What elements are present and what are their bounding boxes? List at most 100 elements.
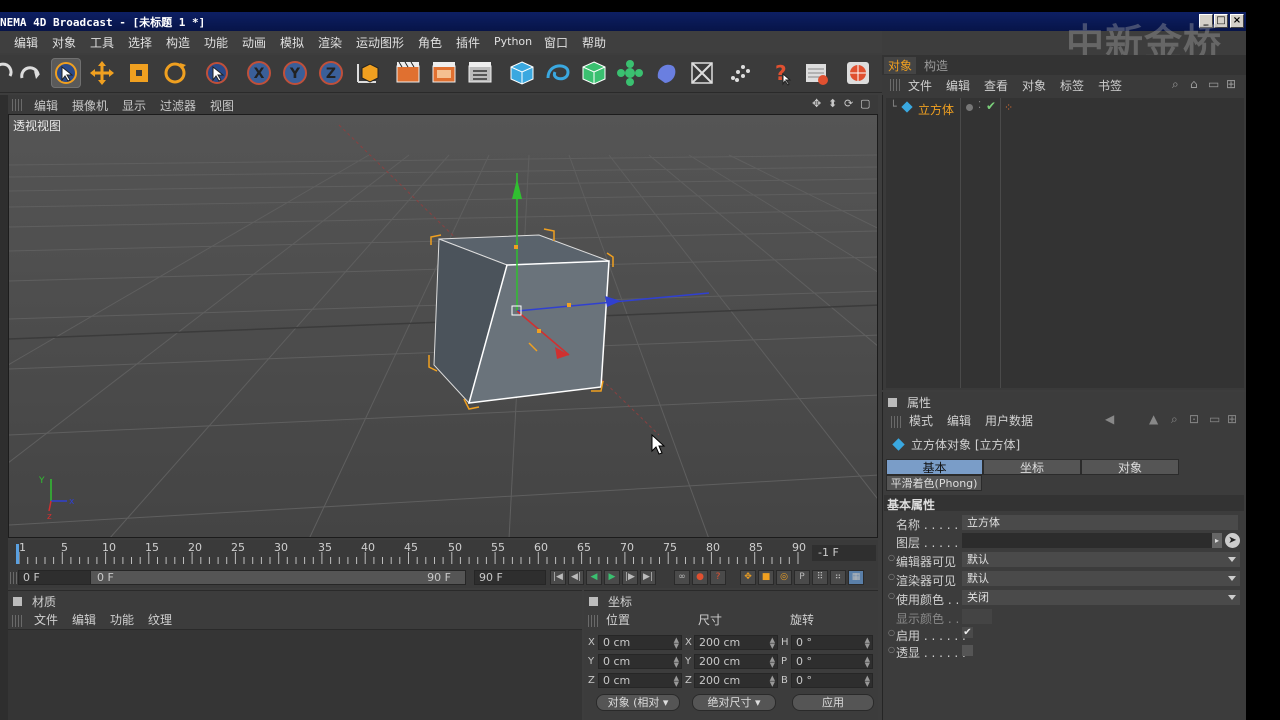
anim-dot-icon[interactable]: ○ [888,645,895,654]
coordinate-system-icon[interactable] [352,58,382,88]
material-menu-function[interactable]: 功能 [110,611,134,628]
nurbs-icon[interactable] [579,58,609,88]
scale-icon[interactable] [124,58,154,88]
attr-menu-mode[interactable]: 模式 [909,412,933,429]
tab-basic[interactable]: 基本 [886,459,983,475]
size-x-field[interactable]: 200 cm ▲ ▼ [694,635,778,650]
current-frame-field[interactable]: -1 F [812,545,876,561]
next-frame-icon[interactable]: |▶ [622,570,638,585]
spline-icon[interactable] [543,58,573,88]
viewport-menu-edit[interactable]: 编辑 [34,97,58,114]
search-icon[interactable]: ⌕ [1171,412,1178,427]
rotation-h-field[interactable]: 0 ° ▲ ▼ [791,635,873,650]
new-window-icon[interactable]: ▭ [1209,412,1220,426]
lock-icon[interactable]: ⊡ [1189,412,1199,426]
layer-arrow-icon[interactable]: ▸ [1212,533,1222,548]
deformer-icon[interactable] [651,58,681,88]
expand-panel-icon[interactable]: ⊞ [1227,412,1237,426]
viewport-pan-icon[interactable]: ✥ [812,97,821,110]
apply-button[interactable]: 应用 [792,694,874,711]
rotation-b-field[interactable]: 0 ° ▲ ▼ [791,673,873,688]
menu-animate[interactable]: 动画 [242,34,266,51]
size-mode-dropdown[interactable]: 绝对尺寸 ▾ [692,694,776,711]
internet-icon[interactable] [843,58,873,88]
grip-handle[interactable] [890,79,902,91]
size-z-field[interactable]: 200 cm ▲ ▼ [694,673,778,688]
loop-icon[interactable]: ∞ [674,570,690,585]
back-arrow-icon[interactable]: ◀ [1105,412,1114,426]
render-dot-icon[interactable]: ⁚ [978,100,981,111]
tab-phong[interactable]: 平滑着色(Phong) [886,475,982,491]
list-item[interactable]: └ 立方体 ⁚ ✔ ⁘ [886,99,1244,118]
grip-handle[interactable] [12,99,24,111]
menu-python[interactable]: Python [494,35,532,48]
position-x-field[interactable]: 0 cm ▲ ▼ [598,635,682,650]
y-axis-icon[interactable]: Y [280,58,310,88]
object-menu-tags[interactable]: 标签 [1060,77,1084,94]
use-color-dropdown[interactable]: 关闭 [962,590,1240,605]
material-list-area[interactable] [8,629,582,720]
render-settings-icon[interactable] [465,58,495,88]
menu-window[interactable]: 窗口 [544,34,568,51]
layer-icon[interactable] [801,58,831,88]
object-menu-objects[interactable]: 对象 [1022,77,1046,94]
environment-icon[interactable] [723,58,753,88]
anim-dot-icon[interactable]: ○ [888,591,895,600]
help-icon[interactable]: ? [765,58,795,88]
render-visible-dropdown[interactable]: 默认 [962,571,1240,586]
tag-icon[interactable]: ⁘ [1004,101,1013,114]
tab-object[interactable]: 对象 [1081,459,1179,475]
menu-help[interactable]: 帮助 [582,34,606,51]
autokey-icon[interactable]: ? [710,570,726,585]
viewport-menu-filter[interactable]: 过滤器 [160,97,196,114]
menu-object[interactable]: 对象 [52,34,76,51]
enabled-check-icon[interactable]: ✔ [986,99,996,113]
new-view-icon[interactable]: ▭ [1208,77,1219,91]
scheme-icon[interactable]: ▦ [848,570,864,585]
move-icon[interactable] [87,58,117,88]
menu-edit[interactable]: 编辑 [14,34,38,51]
menu-plugins[interactable]: 插件 [456,34,480,51]
viewport-menu-view[interactable]: 视图 [210,97,234,114]
layer-field[interactable] [962,533,1212,548]
object-menu-edit[interactable]: 编辑 [946,77,970,94]
name-field[interactable]: 立方体 [962,515,1238,530]
key-position-icon[interactable]: ✥ [740,570,756,585]
editor-visible-dropdown[interactable]: 默认 [962,552,1240,567]
grip-handle[interactable] [12,615,24,627]
play-forward-icon[interactable]: ▶ [604,570,620,585]
menu-select[interactable]: 选择 [128,34,152,51]
menu-character[interactable]: 角色 [418,34,442,51]
visibility-dot-icon[interactable] [966,104,973,111]
timeline-settings-icon[interactable]: ⠶ [830,570,846,585]
menu-structure[interactable]: 构造 [166,34,190,51]
menu-render[interactable]: 渲染 [318,34,342,51]
panel-collapse-icon[interactable] [13,597,22,606]
redo-icon[interactable] [16,58,46,88]
viewport-menu-camera[interactable]: 摄像机 [72,97,108,114]
material-menu-texture[interactable]: 纹理 [148,611,172,628]
size-y-field[interactable]: 200 cm ▲ ▼ [694,654,778,669]
position-z-field[interactable]: 0 cm ▲ ▼ [598,673,682,688]
grip-handle[interactable] [588,615,600,627]
anim-dot-icon[interactable]: ○ [888,572,895,581]
z-axis-icon[interactable]: Z [316,58,346,88]
expand-panel-icon[interactable]: ⊞ [1226,77,1236,91]
key-parameter-icon[interactable]: P [794,570,810,585]
menu-tools[interactable]: 工具 [90,34,114,51]
position-y-field[interactable]: 0 cm ▲ ▼ [598,654,682,669]
tab-structure[interactable]: 构造 [920,57,952,74]
object-menu-bookmarks[interactable]: 书签 [1098,77,1122,94]
coord-mode-dropdown[interactable]: 对象 (相对 ▾ [596,694,680,711]
object-menu-view[interactable]: 查看 [984,77,1008,94]
viewport-rotate-icon[interactable]: ⟳ [844,97,853,110]
end-frame-field[interactable]: 90 F [474,570,546,585]
recent-tool-icon[interactable] [202,58,232,88]
anim-dot-icon[interactable]: ○ [888,628,895,637]
previous-frame-icon[interactable]: ◀| [568,570,584,585]
key-pla-icon[interactable]: ⠿ [812,570,828,585]
xray-checkbox[interactable] [962,645,973,656]
menu-functions[interactable]: 功能 [204,34,228,51]
x-axis-icon[interactable]: X [244,58,274,88]
search-icon[interactable]: ⌕ [1172,77,1179,92]
